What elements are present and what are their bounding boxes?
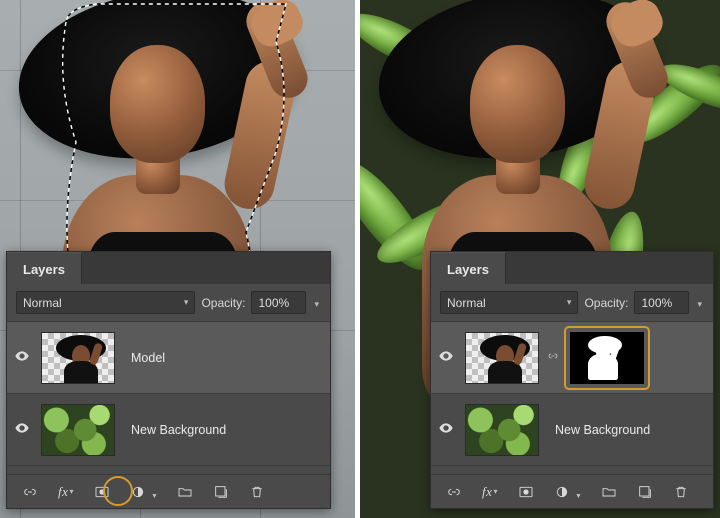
callout-highlight xyxy=(567,329,647,387)
blend-mode-value: Normal xyxy=(447,296,486,310)
chevron-down-icon[interactable] xyxy=(312,296,321,310)
layer-thumbnail[interactable] xyxy=(465,404,539,456)
layers-panel: Layers Normal Opacity: 100% xyxy=(430,251,714,509)
visibility-icon[interactable] xyxy=(7,348,37,368)
trash-icon[interactable] xyxy=(672,483,690,501)
link-icon[interactable] xyxy=(21,483,39,501)
blend-row: Normal Opacity: 100% xyxy=(7,284,330,322)
chevron-down-icon: ▼ xyxy=(575,493,582,500)
layer-name[interactable]: New Background xyxy=(119,423,226,437)
blend-mode-dropdown[interactable]: Normal xyxy=(440,291,578,314)
layer-row[interactable] xyxy=(431,322,713,394)
opacity-value: 100% xyxy=(258,296,289,310)
adjustment-icon[interactable] xyxy=(129,483,147,501)
link-icon[interactable] xyxy=(445,483,463,501)
visibility-icon[interactable] xyxy=(431,420,461,440)
layer-row[interactable]: New Background xyxy=(431,394,713,466)
blend-row: Normal Opacity: 100% xyxy=(431,284,713,322)
layer-thumbnail[interactable] xyxy=(41,332,115,384)
layer-name[interactable]: Model xyxy=(119,351,165,365)
add-mask-icon[interactable] xyxy=(93,483,111,501)
layers-panel: Layers Normal Opacity: 100% xyxy=(6,251,331,509)
layers-tab[interactable]: Layers xyxy=(431,252,506,284)
layer-row[interactable]: New Background xyxy=(7,394,330,466)
panel-titlebar: Layers xyxy=(431,252,713,284)
new-layer-icon[interactable] xyxy=(636,483,654,501)
layer-row[interactable]: Model xyxy=(7,322,330,394)
mask-link-icon[interactable] xyxy=(545,350,561,365)
opacity-field[interactable]: 100% xyxy=(251,291,306,314)
layers-bottom-bar: fx ▼ xyxy=(431,474,713,508)
fx-icon[interactable]: fx xyxy=(481,483,499,501)
layer-thumbnail[interactable] xyxy=(41,404,115,456)
chevron-down-icon[interactable] xyxy=(695,296,704,310)
chevron-down-icon xyxy=(567,297,572,308)
layers-bottom-bar: fx ▼ xyxy=(7,474,330,508)
chevron-down-icon xyxy=(184,297,189,308)
group-icon[interactable] xyxy=(176,483,194,501)
chevron-down-icon: ▼ xyxy=(151,493,158,500)
group-icon[interactable] xyxy=(600,483,618,501)
layer-mask-thumbnail[interactable] xyxy=(570,332,644,384)
layer-thumbnail[interactable] xyxy=(465,332,539,384)
layers-tab[interactable]: Layers xyxy=(7,252,82,284)
visibility-icon[interactable] xyxy=(431,348,461,368)
trash-icon[interactable] xyxy=(248,483,266,501)
opacity-field[interactable]: 100% xyxy=(634,291,689,314)
opacity-label: Opacity: xyxy=(201,296,245,310)
opacity-value: 100% xyxy=(641,296,672,310)
opacity-label: Opacity: xyxy=(584,296,628,310)
add-mask-icon[interactable] xyxy=(517,483,535,501)
new-layer-icon[interactable] xyxy=(212,483,230,501)
adjustment-icon[interactable] xyxy=(553,483,571,501)
panel-titlebar: Layers xyxy=(7,252,330,284)
visibility-icon[interactable] xyxy=(7,420,37,440)
blend-mode-value: Normal xyxy=(23,296,62,310)
layer-name[interactable]: New Background xyxy=(543,423,650,437)
blend-mode-dropdown[interactable]: Normal xyxy=(16,291,195,314)
tutorial-stage: Layers Normal Opacity: 100% xyxy=(0,0,720,518)
fx-icon[interactable]: fx xyxy=(57,483,75,501)
